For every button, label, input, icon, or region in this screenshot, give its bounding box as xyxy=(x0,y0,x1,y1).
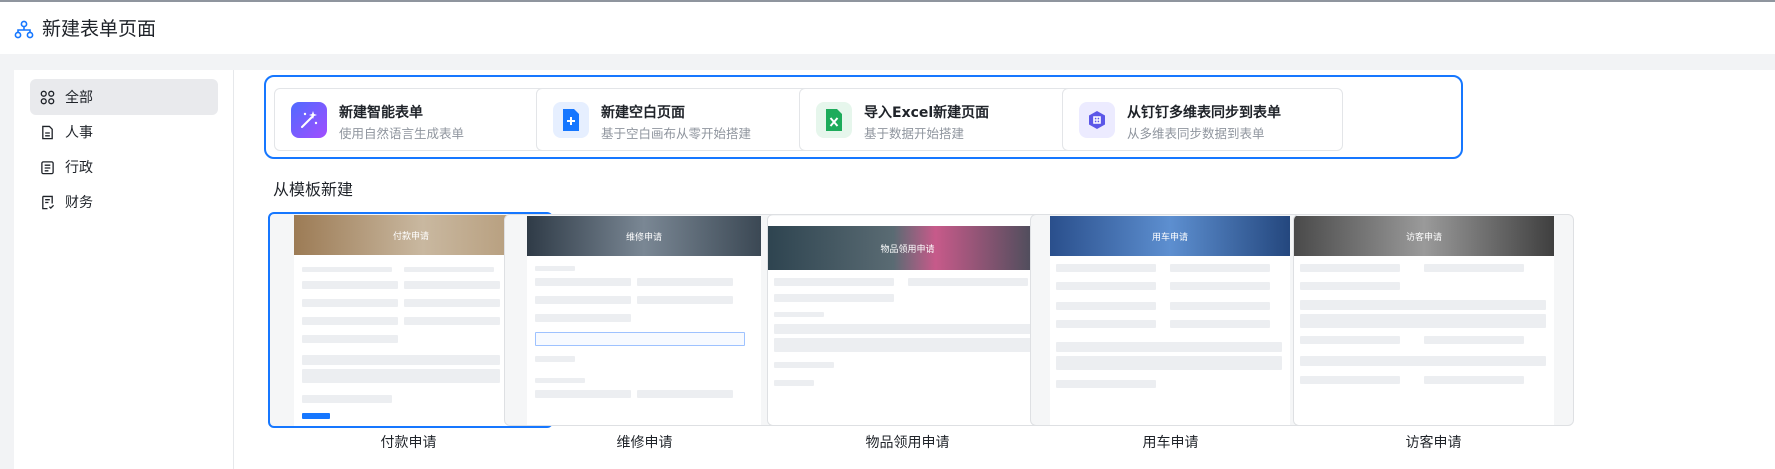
template-name: 维修申请 xyxy=(616,435,673,451)
template-preview: 物品领用申请 xyxy=(768,216,1047,425)
category-sidebar: 全部 人事 行政 财务 xyxy=(14,70,234,469)
template-name: 物品领用申请 xyxy=(865,435,950,451)
template-preview: 维修申请 xyxy=(527,216,761,425)
quick-card-desc: 从多维表同步数据到表单 xyxy=(1127,126,1265,141)
quick-create-group: 新建智能表单 使用自然语言生成表单 新建空白页面 基于空白画布从零开始搭建 导入… xyxy=(264,75,1463,159)
template-banner: 物品领用申请 xyxy=(768,226,1047,270)
template-banner: 用车申请 xyxy=(1050,216,1290,256)
org-chart-icon xyxy=(14,20,34,39)
document-icon xyxy=(42,125,53,139)
template-card-car-request[interactable]: 用车申请 xyxy=(1030,214,1311,426)
template-name: 访客申请 xyxy=(1405,435,1462,451)
template-preview: 付款申请 xyxy=(294,215,528,426)
excel-icon xyxy=(816,102,852,138)
import-excel-card[interactable]: 导入Excel新建页面 基于数据开始搭建 xyxy=(799,88,1080,151)
template-card-repair[interactable]: 维修申请 xyxy=(504,214,785,426)
page-title: 新建表单页面 xyxy=(42,18,157,40)
template-banner: 维修申请 xyxy=(527,216,761,256)
sidebar-item-label: 行政 xyxy=(65,160,93,176)
template-section-title: 从模板新建 xyxy=(273,180,354,199)
sidebar-item-finance[interactable]: 财务 xyxy=(30,184,218,220)
quick-card-title: 新建空白页面 xyxy=(601,105,685,121)
template-preview: 访客申请 xyxy=(1294,216,1554,425)
sidebar-item-hr[interactable]: 人事 xyxy=(30,114,218,150)
template-name: 用车申请 xyxy=(1142,435,1199,451)
quick-card-title: 从钉钉多维表同步到表单 xyxy=(1127,105,1281,121)
sidebar-item-label: 全部 xyxy=(65,90,93,106)
grid-icon xyxy=(40,90,55,104)
quick-card-title: 导入Excel新建页面 xyxy=(864,105,990,121)
sidebar-item-all[interactable]: 全部 xyxy=(30,79,218,115)
template-banner: 付款申请 xyxy=(294,215,528,255)
receipt-icon xyxy=(42,195,55,209)
blank-page-icon xyxy=(553,102,589,138)
page-header: 新建表单页面 xyxy=(0,0,1775,54)
sidebar-item-admin[interactable]: 行政 xyxy=(30,149,218,185)
quick-card-desc: 基于空白画布从零开始搭建 xyxy=(601,126,752,141)
template-card-visitor[interactable]: 访客申请 xyxy=(1293,214,1574,426)
quick-card-desc: 使用自然语言生成表单 xyxy=(339,126,465,141)
quick-card-title: 新建智能表单 xyxy=(339,105,423,121)
sidebar-item-label: 财务 xyxy=(65,195,93,211)
sidebar-item-label: 人事 xyxy=(65,125,93,141)
template-card-item-request[interactable]: 物品领用申请 xyxy=(767,214,1048,426)
template-preview: 用车申请 xyxy=(1050,216,1290,425)
sync-multi-table-card[interactable]: 从钉钉多维表同步到表单 从多维表同步数据到表单 xyxy=(1062,88,1343,151)
multi-table-icon xyxy=(1079,102,1115,138)
new-blank-page-card[interactable]: 新建空白页面 基于空白画布从零开始搭建 xyxy=(536,88,817,151)
magic-wand-icon xyxy=(291,102,327,138)
calendar-icon xyxy=(41,160,54,174)
quick-card-desc: 基于数据开始搭建 xyxy=(864,126,965,141)
main-panel: 新建智能表单 使用自然语言生成表单 新建空白页面 基于空白画布从零开始搭建 导入… xyxy=(234,70,1775,469)
new-smart-form-card[interactable]: 新建智能表单 使用自然语言生成表单 xyxy=(274,88,555,151)
template-banner: 访客申请 xyxy=(1294,216,1554,256)
